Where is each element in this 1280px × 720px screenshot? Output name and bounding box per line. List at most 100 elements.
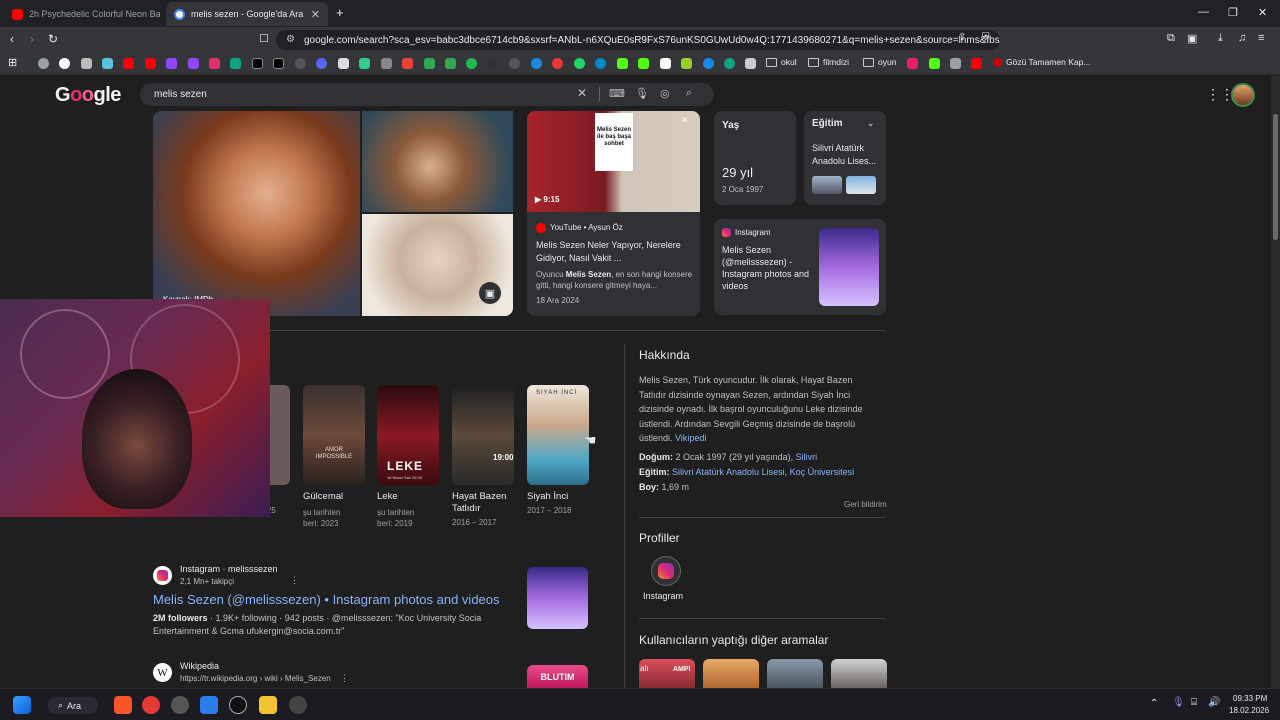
more-options-icon[interactable]: ⋮	[340, 673, 349, 684]
media-icon[interactable]: ♫	[1238, 32, 1246, 44]
show-poster-partial[interactable]	[270, 385, 290, 485]
search-input[interactable]: melis sezen ✕ ⌨ 🎙 ◎ ⌕	[140, 83, 714, 106]
result-site[interactable]: Instagram · melisssezen	[180, 564, 278, 574]
bookmark-icon[interactable]	[230, 58, 241, 69]
bookmark-folder-oyun[interactable]: oyun	[863, 57, 896, 67]
keyboard-icon[interactable]: ⌨	[609, 87, 625, 100]
twitch-bookmark-icon[interactable]	[188, 58, 199, 69]
gmail-bookmark-icon[interactable]	[402, 58, 413, 69]
volume-icon[interactable]: 🔊	[1208, 697, 1220, 708]
photos-icon[interactable]	[200, 696, 218, 714]
image-thumbnail[interactable]	[362, 111, 513, 212]
close-icon[interactable]: ✕	[681, 115, 689, 126]
bookmark-icon[interactable]	[531, 58, 542, 69]
kick-bookmark-icon[interactable]	[617, 58, 628, 69]
instagram-bookmark-icon[interactable]	[209, 58, 220, 69]
bookmark-icon[interactable]	[552, 58, 563, 69]
drive-bookmark-icon[interactable]	[424, 58, 435, 69]
apps-grid-icon[interactable]: ⊞	[8, 56, 17, 69]
scrollbar[interactable]	[1271, 76, 1280, 688]
avatar[interactable]	[1231, 83, 1255, 107]
bookmark-icon[interactable]	[102, 58, 113, 69]
download-icon[interactable]: ⤓	[1218, 32, 1223, 45]
wikipedia-link[interactable]: Vikipedi	[675, 433, 706, 443]
bookmark-icon[interactable]	[907, 58, 918, 69]
show-title[interactable]: Leke	[377, 491, 398, 502]
bookmark-icon[interactable]	[681, 58, 692, 69]
profile-label[interactable]: Instagram	[643, 591, 683, 601]
show-title[interactable]: Hayat Bazen Tatlıdır	[452, 491, 516, 515]
clock-time[interactable]: 09:33 PM	[1233, 694, 1267, 703]
related-person-thumbnail[interactable]	[831, 659, 887, 688]
tiktok-bookmark-icon[interactable]	[273, 58, 284, 69]
google-logo[interactable]: Google	[55, 84, 121, 107]
video-card[interactable]: Melis Sezen ile baş başa sohbet ▶ 9:15 ✕…	[527, 111, 700, 316]
result-title-link[interactable]: Melis Sezen (@melisssezen) • Instagram p…	[153, 592, 500, 607]
bookmark-icon[interactable]: ☐	[259, 32, 269, 45]
microphone-icon[interactable]: 🎙	[635, 87, 649, 100]
bookmark-folder-okul[interactable]: okul	[766, 57, 797, 67]
sidebar-icon[interactable]: ▣	[1187, 32, 1197, 45]
extensions-icon[interactable]: ⧉	[1167, 32, 1175, 45]
app-icon[interactable]	[229, 696, 247, 714]
lens-icon[interactable]: ◎	[660, 87, 670, 100]
related-person-thumbnail[interactable]	[767, 659, 823, 688]
forward-icon[interactable]: ›	[30, 32, 34, 46]
shield-icon[interactable]: ⛨	[982, 32, 990, 43]
whatsapp-bookmark-icon[interactable]	[574, 58, 585, 69]
media-player-icon[interactable]	[142, 696, 160, 714]
tab-video[interactable]: 2h Psychedelic Colorful Neon Backg	[4, 2, 160, 26]
kick-bookmark-icon[interactable]	[638, 58, 649, 69]
scrollbar-thumb[interactable]	[1273, 114, 1278, 240]
site-info-icon[interactable]: ⚙	[286, 34, 295, 45]
birthplace-link[interactable]: Silivri	[796, 452, 818, 462]
discord-bookmark-icon[interactable]	[316, 58, 327, 69]
education-card[interactable]: Eğitim ⌄ Silivri Atatürk Anadolu Lises..…	[804, 111, 886, 205]
windows-start-icon[interactable]	[13, 696, 31, 714]
app-icon[interactable]	[171, 696, 189, 714]
taskbar-search[interactable]: ⌕ Ara	[48, 697, 98, 714]
more-options-icon[interactable]: ⋮	[290, 575, 299, 586]
file-explorer-icon[interactable]	[259, 696, 277, 714]
kick-bookmark-icon[interactable]	[929, 58, 940, 69]
bookmark-icon[interactable]	[295, 58, 306, 69]
show-poster-siyah-inci[interactable]: SIYAH İNCİ	[527, 385, 589, 485]
school-link[interactable]: Silivri Atatürk Anadolu Lisesi	[672, 467, 785, 477]
x-bookmark-icon[interactable]	[252, 58, 263, 69]
close-window-button[interactable]: ✕	[1258, 6, 1267, 19]
youtube-bookmark-icon[interactable]	[145, 58, 156, 69]
feedback-link[interactable]: Geri bildirim	[844, 500, 887, 509]
telegram-bookmark-icon[interactable]	[595, 58, 606, 69]
microphone-icon[interactable]: 🎙	[1172, 697, 1185, 708]
app-icon[interactable]	[289, 696, 307, 714]
show-title[interactable]: Siyah İnci	[527, 491, 568, 502]
history-bookmark-icon[interactable]	[38, 58, 49, 69]
instagram-card[interactable]: Instagram Melis Sezen (@melisssezen) - I…	[714, 219, 886, 315]
show-poster-gulcemal[interactable]: AMOR IMPOSSIBLE	[303, 385, 365, 485]
bookmark-icon[interactable]	[488, 58, 499, 69]
main-image[interactable]: Kaynak: IMDb	[153, 111, 360, 316]
clock-date[interactable]: 18.02.2026	[1229, 706, 1269, 715]
image-thumbnail[interactable]: ▣	[362, 214, 513, 316]
restore-button[interactable]: ❐	[1228, 6, 1238, 19]
youtube-bookmark-icon[interactable]	[971, 58, 982, 69]
sheets-bookmark-icon[interactable]	[445, 58, 456, 69]
more-images-icon[interactable]: ▣	[479, 282, 501, 304]
clear-icon[interactable]: ✕	[577, 86, 587, 100]
network-icon[interactable]: ⌸	[1191, 697, 1197, 708]
new-tab-button[interactable]: +	[336, 5, 344, 20]
show-poster-leke[interactable]: LEKE 16 Nisan Salı 20.00	[377, 385, 439, 485]
bookmark-icon[interactable]	[381, 58, 392, 69]
tab-google-search[interactable]: melis sezen - Google'da Ara ✕	[166, 2, 328, 26]
chatgpt-bookmark-icon[interactable]	[724, 58, 735, 69]
chevron-down-icon[interactable]: ⌄	[867, 118, 875, 129]
google-apps-icon[interactable]: ⋮⋮	[1206, 86, 1234, 103]
close-tab-icon[interactable]: ✕	[311, 8, 320, 21]
bookmark-icon[interactable]	[660, 58, 671, 69]
spotify-bookmark-icon[interactable]	[466, 58, 477, 69]
video-title[interactable]: Melis Sezen Neler Yapıyor, Nerelere Gidi…	[536, 239, 692, 265]
bookmark-icon[interactable]	[509, 58, 520, 69]
show-poster-hayat-bazen-tatlidir[interactable]: 19:00	[452, 385, 514, 485]
google-bookmark-icon[interactable]	[59, 58, 70, 69]
bookmark-icon[interactable]	[359, 58, 370, 69]
